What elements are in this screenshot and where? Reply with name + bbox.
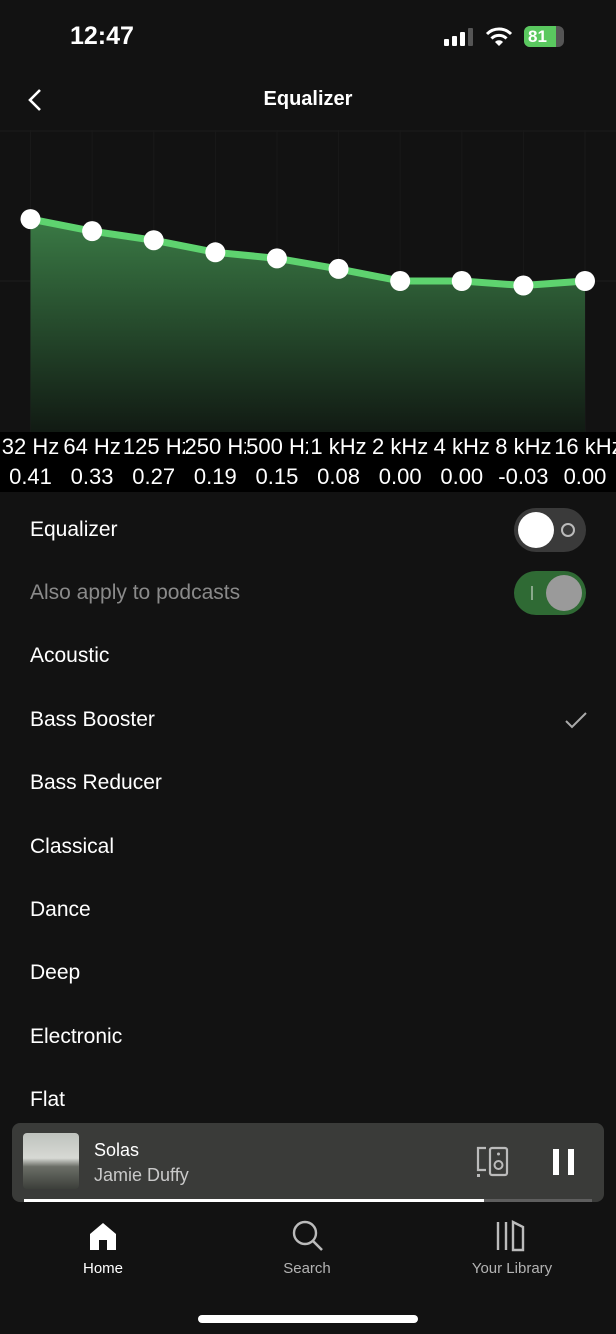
podcasts-setting: Also apply to podcasts (0, 561, 616, 624)
podcasts-toggle[interactable] (514, 571, 586, 616)
band-handle[interactable] (266, 248, 287, 269)
band-value-label: 0.27 (132, 464, 176, 489)
band-labels: 32 Hz64 Hz125 Hz250 Hz500 Hz1 kHz2 kHz4 … (0, 432, 616, 492)
eq-area (30, 219, 585, 432)
header: Equalizer (0, 70, 616, 130)
toggle-knob (518, 511, 554, 548)
band-frequency-label: 250 Hz (184, 434, 247, 459)
preset-label: Classical (30, 834, 115, 858)
band-value-label: 0.00 (440, 464, 484, 489)
band-handle[interactable] (143, 230, 164, 251)
band-frequency-label: 500 Hz (246, 434, 308, 459)
page-title: Equalizer (263, 88, 353, 110)
toggle-knob (546, 575, 582, 612)
track-artist: Jamie Duffy (94, 1165, 189, 1185)
preset-item[interactable]: Deep (0, 942, 616, 1005)
equalizer-chart[interactable] (0, 130, 616, 432)
preset-item[interactable]: Classical (0, 815, 616, 878)
library-icon (496, 1220, 525, 1252)
band-frequency-label: 16 kHz (554, 434, 616, 459)
band-value-label: 0.41 (9, 464, 52, 489)
status-bar: 12:47 81 (0, 0, 616, 70)
podcasts-label: Also apply to podcasts (30, 581, 241, 605)
band-value-label: 0.19 (193, 464, 237, 489)
preset-label: Flat (30, 1088, 66, 1112)
equalizer-setting: Equalizer (0, 498, 616, 561)
preset-label: Bass Reducer (30, 771, 162, 795)
tab-label: Search (283, 1260, 331, 1277)
wifi-icon (485, 27, 513, 46)
equalizer-toggle[interactable] (514, 507, 586, 552)
playback-progress[interactable] (24, 1199, 592, 1202)
home-icon (90, 1223, 116, 1250)
band-value-label: 0.00 (563, 464, 607, 489)
connect-device-icon[interactable] (474, 1145, 512, 1179)
settings-list: Equalizer Also apply to podcasts Acousti… (0, 498, 616, 1132)
battery-percent: 81 (528, 27, 547, 46)
band-frequency-label: 4 kHz (433, 434, 490, 459)
band-handle[interactable] (390, 271, 411, 291)
equalizer-label: Equalizer (30, 517, 118, 541)
band-handle[interactable] (451, 271, 472, 291)
tab-label: Home (82, 1260, 123, 1277)
tab-search[interactable]: Search (237, 1220, 377, 1277)
band-value-label: 0.15 (255, 464, 299, 489)
preset-label: Dance (30, 898, 91, 922)
mini-player[interactable]: Solas Jamie Duffy (12, 1123, 604, 1202)
band-value-label: 0.33 (70, 464, 114, 489)
band-handle[interactable] (513, 275, 534, 296)
clock: 12:47 (70, 22, 134, 50)
search-icon (292, 1220, 323, 1251)
tab-library[interactable]: Your Library (442, 1220, 582, 1277)
preset-label: Acoustic (30, 644, 110, 668)
preset-label: Electronic (30, 1024, 123, 1048)
band-frequency-label: 2 kHz (372, 434, 429, 459)
band-value-label: -0.03 (498, 464, 549, 489)
band-frequency-label: 8 kHz (495, 434, 552, 459)
band-handle[interactable] (20, 209, 41, 230)
band-handle[interactable] (575, 271, 595, 291)
home-indicator (198, 1315, 418, 1323)
band-handle[interactable] (82, 221, 103, 242)
band-frequency-label: 1 kHz (310, 434, 367, 459)
pause-icon[interactable] (552, 1148, 576, 1176)
band-frequency-label: 64 Hz (63, 434, 121, 459)
bottom-nav: Home Search Your Library (0, 1210, 616, 1300)
album-art (23, 1133, 79, 1189)
preset-item[interactable]: Electronic (0, 1005, 616, 1068)
band-value-label: 0.08 (317, 464, 360, 489)
preset-item[interactable]: Acoustic (0, 625, 616, 688)
band-value-label: 0.00 (378, 464, 422, 489)
band-handle[interactable] (328, 258, 349, 279)
preset-item[interactable]: Bass Booster (0, 688, 616, 751)
track-title: Solas (94, 1140, 140, 1160)
battery-icon: 81 (524, 26, 564, 47)
off-icon (561, 522, 575, 537)
preset-label: Bass Booster (30, 707, 155, 731)
on-icon (531, 586, 533, 601)
checkmark-icon (565, 712, 587, 729)
preset-label: Deep (30, 961, 81, 985)
band-frequency-label: 125 Hz (122, 434, 185, 459)
band-handle[interactable] (205, 242, 226, 263)
tab-home[interactable]: Home (33, 1220, 173, 1277)
band-frequency-label: 32 Hz (1, 434, 60, 459)
preset-item[interactable]: Dance (0, 878, 616, 941)
tab-label: Your Library (471, 1260, 553, 1277)
signal-icon (444, 28, 473, 46)
preset-item[interactable]: Bass Reducer (0, 752, 616, 815)
